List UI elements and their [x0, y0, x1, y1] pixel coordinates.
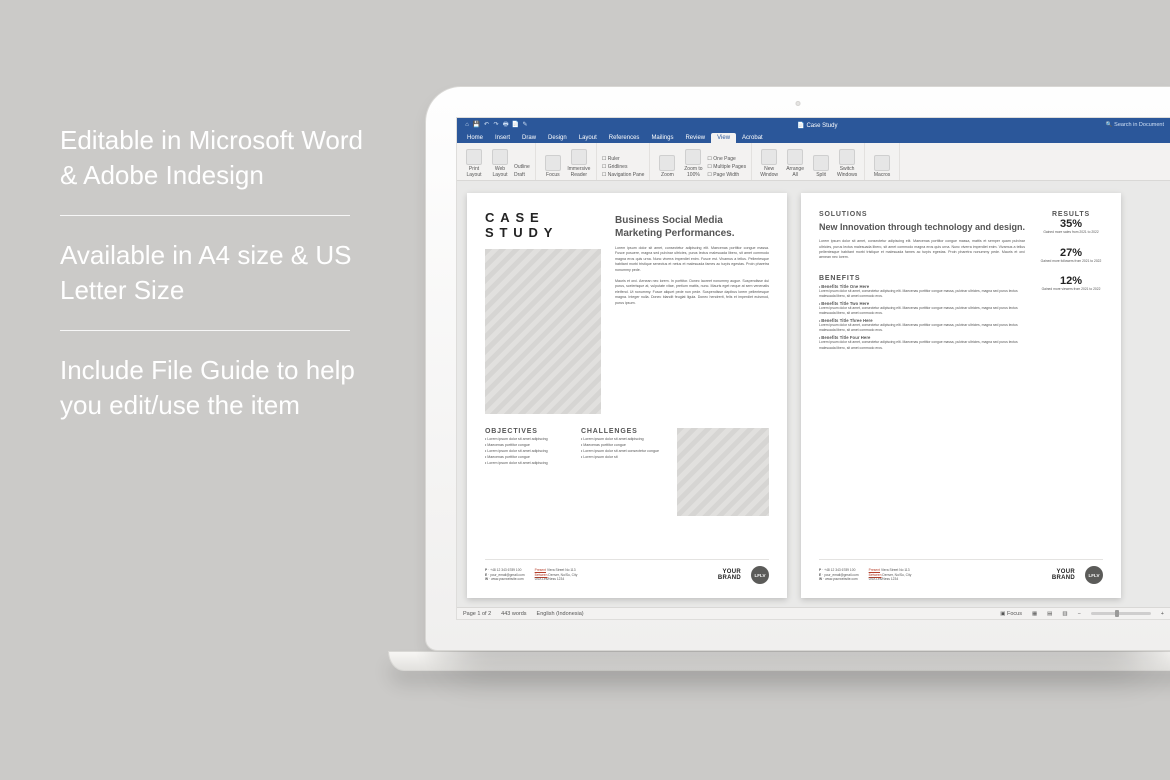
focus-button[interactable]: Focus: [541, 144, 565, 178]
print-icon[interactable]: 🖶: [502, 120, 510, 128]
brand-logo-icon: LFLV: [751, 566, 769, 584]
ribbon-group-immersive: Focus Immersive Reader: [536, 143, 597, 180]
ribbon-group-views: Print Layout Web Layout Outline Draft: [457, 143, 536, 180]
status-bar: Page 1 of 2 443 words English (Indonesia…: [457, 607, 1170, 619]
tagline: Business Social Media Marketing Performa…: [615, 215, 769, 240]
one-page-option[interactable]: One Page: [707, 156, 746, 162]
promo-line-1: Editable in Microsoft Word & Adobe Indes…: [60, 115, 375, 215]
tab-mailings[interactable]: Mailings: [645, 133, 679, 143]
promo-line-2: Available in A4 size & US Letter Size: [60, 230, 375, 330]
macros-button[interactable]: Macros: [870, 144, 894, 178]
titlebar: ⌂ 💾 ↶ ↷ 🖶 📄 ✎ Case Study 🔍 Search in Doc…: [457, 118, 1170, 132]
case-study-title: CASE STUDY: [485, 211, 601, 241]
view-print-icon[interactable]: ▦: [1032, 611, 1037, 617]
tab-review[interactable]: Review: [679, 133, 711, 143]
zoom-out-icon[interactable]: −: [1078, 611, 1081, 617]
web-layout-button[interactable]: Web Layout: [488, 144, 512, 178]
ruler-checkbox[interactable]: Ruler: [602, 156, 645, 162]
stat-3: 12%Gained more viewers from 2021 to 2022: [1039, 275, 1103, 292]
tab-acrobat[interactable]: Acrobat: [736, 133, 769, 143]
laptop-lid: ⌂ 💾 ↶ ↷ 🖶 📄 ✎ Case Study 🔍 Search in Doc…: [425, 86, 1170, 651]
copy-icon[interactable]: 📄: [511, 121, 519, 129]
view-web-icon[interactable]: ▥: [1062, 611, 1067, 617]
arrange-all-button[interactable]: Arrange All: [783, 144, 807, 178]
benefits-list: Benefits Title One HereLorem ipsum dolor…: [819, 284, 1025, 351]
edit-icon[interactable]: ✎: [521, 121, 529, 129]
draft-option[interactable]: Draft: [514, 172, 530, 178]
page-indicator[interactable]: Page 1 of 2: [463, 611, 491, 617]
solutions-heading: New Innovation through technology and de…: [819, 222, 1025, 233]
zoom-slider[interactable]: [1091, 612, 1151, 615]
document-canvas[interactable]: CASE STUDY Business Social Media Marketi…: [457, 181, 1170, 607]
search-field[interactable]: 🔍 Search in Document: [1106, 122, 1164, 128]
brand-label: YOURBRAND: [718, 569, 741, 581]
word-app: ⌂ 💾 ↶ ↷ 🖶 📄 ✎ Case Study 🔍 Search in Doc…: [456, 117, 1170, 620]
zoom-100-button[interactable]: Zoom to 100%: [681, 144, 705, 178]
divider: [60, 215, 350, 216]
ribbon-tabs: Home Insert Draw Design Layout Reference…: [457, 132, 1170, 143]
navpane-checkbox[interactable]: Navigation Pane: [602, 172, 645, 178]
stat-1: 35%Gained more sales from 2021 to 2022: [1039, 218, 1103, 235]
tab-draw[interactable]: Draw: [516, 133, 542, 143]
home-icon[interactable]: ⌂: [463, 122, 471, 130]
split-button[interactable]: Split: [809, 144, 833, 178]
results-title: RESULTS: [1039, 211, 1103, 218]
objectives-title: OBJECTIVES: [485, 428, 567, 435]
save-icon[interactable]: 💾: [473, 121, 481, 129]
zoom-button[interactable]: Zoom: [655, 144, 679, 178]
outline-option[interactable]: Outline: [514, 164, 530, 170]
language-indicator[interactable]: English (Indonesia): [537, 611, 584, 617]
tab-design[interactable]: Design: [542, 133, 573, 143]
challenges-title: CHALLENGES: [581, 428, 663, 435]
ribbon: Print Layout Web Layout Outline Draft Fo…: [457, 143, 1170, 181]
promo-panel: Editable in Microsoft Word & Adobe Indes…: [60, 115, 375, 446]
ribbon-group-macros: Macros: [865, 143, 900, 180]
zoom-in-icon[interactable]: +: [1161, 611, 1164, 617]
view-read-icon[interactable]: ▤: [1047, 611, 1052, 617]
benefits-title: BENEFITS: [819, 275, 1025, 282]
laptop-mockup: ⌂ 💾 ↶ ↷ 🖶 📄 ✎ Case Study 🔍 Search in Doc…: [425, 86, 1170, 696]
page-2: SOLUTIONS New Innovation through technol…: [801, 193, 1121, 598]
focus-mode[interactable]: ▣ Focus: [1000, 611, 1022, 617]
ribbon-group-window: New Window Arrange All Split Switch Wind…: [752, 143, 865, 180]
tab-home[interactable]: Home: [461, 133, 489, 143]
tab-insert[interactable]: Insert: [489, 133, 516, 143]
page-width-option[interactable]: Page Width: [707, 172, 746, 178]
page-1: CASE STUDY Business Social Media Marketi…: [467, 193, 787, 598]
challenges-list: Lorem ipsum dolor sit amet adipiscingMae…: [581, 437, 663, 459]
quick-access-toolbar: ⌂ 💾 ↶ ↷ 🖶 📄 ✎: [463, 120, 529, 130]
ribbon-group-show: Ruler Gridlines Navigation Pane: [597, 143, 651, 180]
redo-icon[interactable]: ↷: [492, 121, 500, 129]
switch-windows-button[interactable]: Switch Windows: [835, 144, 859, 178]
camera-icon: [796, 101, 801, 106]
multiple-pages-option[interactable]: Multiple Pages: [707, 164, 746, 170]
new-window-button[interactable]: New Window: [757, 144, 781, 178]
brand-logo-icon: LFLV: [1085, 566, 1103, 584]
stat-2: 27%Gained more followers from 2021 to 20…: [1039, 247, 1103, 264]
tab-references[interactable]: References: [603, 133, 646, 143]
document-title: Case Study: [533, 122, 1102, 129]
laptop-base: [388, 651, 1170, 671]
tab-layout[interactable]: Layout: [573, 133, 603, 143]
solutions-title: SOLUTIONS: [819, 211, 1025, 218]
ribbon-group-zoom: Zoom Zoom to 100% One Page Multiple Page…: [650, 143, 752, 180]
page-footer: P · +48 12 343 6789 100 E · your_email@g…: [485, 559, 769, 584]
solutions-body: Lorem ipsum dolor sit amet, consectetur …: [819, 239, 1025, 261]
paragraph: Lorem ipsum dolor sit amet, consectetur …: [615, 246, 769, 273]
gridlines-checkbox[interactable]: Gridlines: [602, 164, 645, 170]
promo-line-3: Include File Guide to help you edit/use …: [60, 345, 375, 445]
immersive-reader-button[interactable]: Immersive Reader: [567, 144, 591, 178]
image-placeholder: [485, 249, 601, 414]
print-layout-button[interactable]: Print Layout: [462, 144, 486, 178]
word-count[interactable]: 443 words: [501, 611, 526, 617]
divider: [60, 330, 350, 331]
undo-icon[interactable]: ↶: [482, 121, 490, 129]
tab-view[interactable]: View: [711, 133, 736, 143]
page-footer: P · +48 12 343 6789 100 E · your_email@g…: [819, 559, 1103, 584]
paragraph: Mauris et orci. Aenean nec lorem. In por…: [615, 279, 769, 306]
image-placeholder: [677, 428, 769, 516]
objectives-list: Lorem ipsum dolor sit amet adipiscingMae…: [485, 437, 567, 465]
